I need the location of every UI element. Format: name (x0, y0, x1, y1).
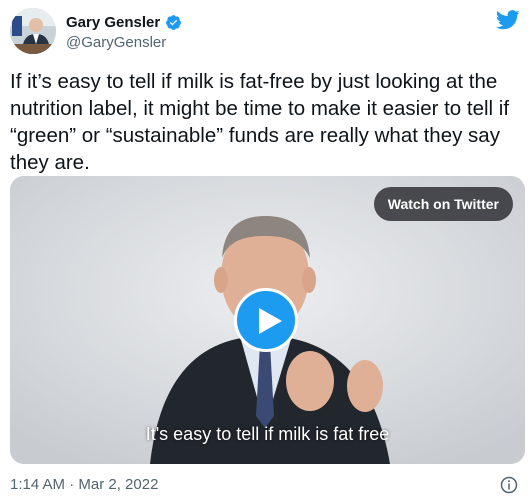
twitter-bird-icon[interactable] (496, 10, 520, 30)
video-player[interactable]: Watch on Twitter It's easy to tell if mi… (10, 176, 525, 464)
tweet-embed: Gary Gensler @GaryGensler If it’s easy t… (0, 0, 532, 498)
watch-on-twitter-button[interactable]: Watch on Twitter (373, 187, 513, 221)
tweet-header: Gary Gensler @GaryGensler (10, 8, 522, 58)
tweet-text: If it’s easy to tell if milk is fat-free… (10, 70, 510, 174)
play-icon (259, 308, 282, 334)
info-icon[interactable] (500, 476, 518, 494)
author-display-name[interactable]: Gary Gensler (66, 14, 160, 31)
avatar-image (10, 8, 56, 54)
tweet-footer: 1:14 AM · Mar 2, 2022 (10, 476, 522, 494)
video-caption: It's easy to tell if milk is fat free (145, 424, 390, 444)
author-info: Gary Gensler @GaryGensler (66, 12, 182, 51)
play-button[interactable] (234, 288, 298, 352)
tweet-timestamp[interactable]: 1:14 AM · Mar 2, 2022 (10, 476, 158, 493)
author-name-row: Gary Gensler (66, 12, 182, 32)
avatar[interactable] (10, 8, 56, 54)
verified-badge-icon (166, 14, 182, 30)
author-handle[interactable]: @GaryGensler (66, 34, 182, 51)
